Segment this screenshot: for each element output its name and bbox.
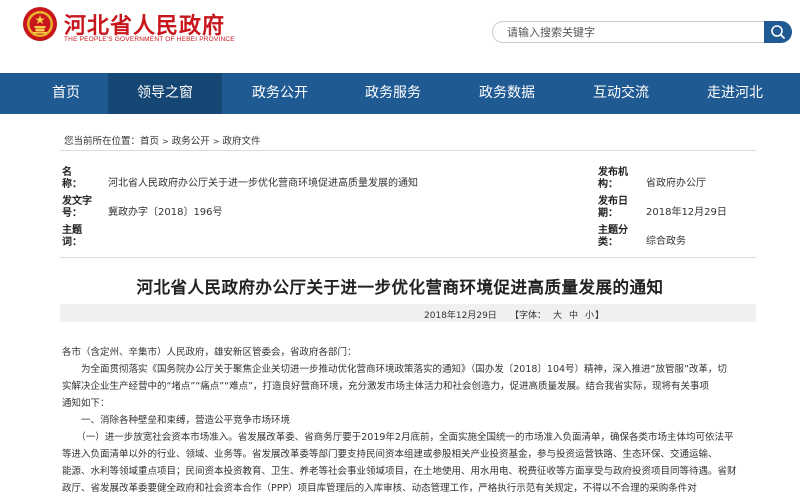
breadcrumb-gov-affairs[interactable]: 政务公开	[172, 136, 210, 147]
nav-item-leaders[interactable]: 领导之窗	[108, 73, 222, 114]
meta-pubdate-value: 2018年12月29日	[646, 207, 727, 218]
breadcrumb-prefix: 您当前所在位置：	[64, 136, 141, 147]
main-nav: 首页 领导之窗 政务公开 政务服务 政务数据 互动交流 走进河北	[0, 73, 800, 114]
body-paragraph-line: 能源、水利等领域重点项目；民间资本投资教育、卫生、养老等社会事业领域项目，在土地…	[62, 466, 737, 477]
article-date: 2018年12月29日	[424, 311, 497, 321]
meta-category-label: 主题分类：	[598, 225, 628, 248]
meta-publisher-value: 省政府办公厅	[646, 178, 706, 189]
meta-category-value: 综合政务	[646, 236, 686, 247]
font-size-label: 【字体：	[510, 311, 547, 321]
divider	[60, 257, 756, 258]
body-section-heading: 一、消除各种壁垒和束缚，营造公平竞争市场环境	[62, 415, 291, 426]
search-icon	[771, 25, 785, 39]
chevron-right-icon: >	[162, 137, 169, 146]
meta-publisher-label: 发布机构：	[598, 167, 628, 190]
meta-topic-label: 主题词：	[62, 225, 82, 248]
font-size-large-button[interactable]: 大	[553, 308, 562, 321]
body-paragraph-line: 通知如下：	[62, 398, 110, 409]
article-info-bar	[60, 304, 756, 322]
nav-item-about-hebei[interactable]: 走进河北	[683, 73, 787, 114]
site-header: 河北省人民政府 THE PEOPLE'S GOVERNMENT OF HEBEI…	[0, 0, 800, 72]
chevron-right-icon: >	[212, 137, 220, 146]
page-title: 河北省人民政府办公厅关于进一步优化营商环境促进高质量发展的通知	[136, 278, 664, 297]
meta-pubdate-label: 发布日期：	[598, 196, 628, 219]
body-paragraph-line: （一）进一步放宽社会资本市场准入。省发展改革委、省商务厅要于2019年2月底前，…	[62, 432, 734, 443]
breadcrumb-gov-documents[interactable]: 政府文件	[222, 136, 260, 147]
meta-docno-label: 发文字号：	[62, 196, 92, 219]
search-button[interactable]	[764, 21, 792, 43]
nav-item-gov-services[interactable]: 政务服务	[341, 73, 445, 114]
font-size-small-button[interactable]: 小	[585, 308, 594, 321]
breadcrumb-home[interactable]: 首页	[140, 136, 159, 147]
search-box	[492, 21, 764, 43]
site-subtitle: THE PEOPLE'S GOVERNMENT OF HEBEI PROVINC…	[64, 36, 235, 43]
body-paragraph-line: 各市（含定州、辛集市）人民政府，雄安新区管委会，省政府各部门：	[62, 347, 357, 358]
font-size-close-bracket: 】	[595, 311, 605, 321]
nav-item-interaction[interactable]: 互动交流	[569, 73, 673, 114]
breadcrumb: 您当前所在位置：首页 > 政务公开 > 政府文件	[64, 133, 260, 147]
meta-docno-value: 冀政办字〔2018〕196号	[108, 207, 223, 218]
body-paragraph-line: 为全面贯彻落实《国务院办公厅关于聚焦企业关切进一步推动优化营商环境政策落实的通知…	[62, 364, 727, 375]
body-paragraph-line: 政厅、省发展改革委要健全政府和社会资本合作（PPP）项目库管理后的入库审核、动态…	[62, 483, 697, 494]
body-paragraph-line: 实解决企业生产经营中的“堵点”“痛点”“难点”，打造良好营商环境，充分激发市场主…	[62, 381, 710, 392]
nav-item-gov-affairs[interactable]: 政务公开	[228, 73, 332, 114]
divider	[60, 150, 756, 151]
search-input[interactable]	[507, 24, 757, 40]
nav-item-home[interactable]: 首页	[28, 73, 104, 114]
nav-item-gov-data[interactable]: 政务数据	[455, 73, 559, 114]
meta-name-label: 名 称：	[62, 167, 92, 190]
body-paragraph-line: 等进入负面清单以外的行业、领域、业务等。省发展改革委等部门要支持民间资本组建或参…	[62, 449, 718, 460]
meta-name-value: 河北省人民政府办公厅关于进一步优化营商环境促进高质量发展的通知	[108, 178, 418, 189]
font-size-medium-button[interactable]: 中	[569, 308, 578, 321]
national-emblem-icon[interactable]	[22, 6, 58, 42]
